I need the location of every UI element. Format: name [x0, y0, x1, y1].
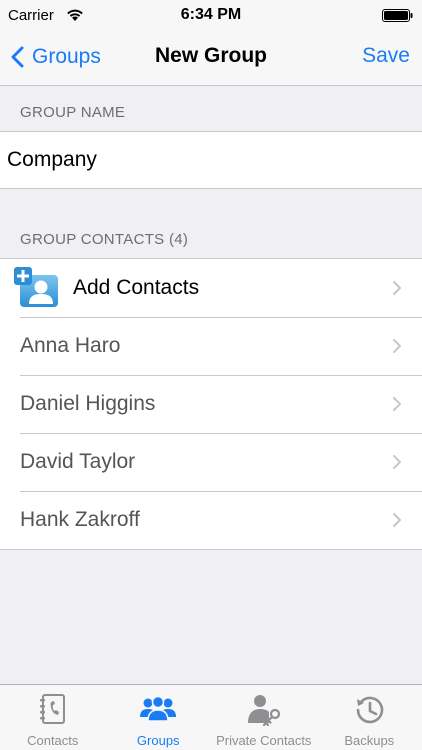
tab-label: Contacts [27, 733, 79, 748]
contact-name: Anna Haro [20, 334, 121, 357]
groups-icon [140, 695, 177, 722]
contact-name: David Taylor [20, 450, 136, 473]
add-contacts-row[interactable]: Add Contacts [0, 259, 422, 317]
tab-contacts[interactable]: Contacts [0, 685, 106, 750]
chevron-right-icon [393, 281, 401, 295]
contact-row[interactable]: David Taylor [0, 433, 422, 491]
tab-bar: Contacts Groups Private Contacts Backups [0, 684, 422, 750]
contact-name: Daniel Higgins [20, 392, 156, 415]
battery-icon [382, 9, 413, 22]
tab-label: Groups [136, 733, 180, 748]
tab-private-contacts[interactable]: Private Contacts [211, 685, 317, 750]
add-contact-icon [14, 267, 58, 307]
contact-row[interactable]: Hank Zakroff [0, 491, 422, 549]
contacts-book-icon [39, 694, 65, 724]
contact-row[interactable]: Daniel Higgins [0, 375, 422, 433]
screen: Carrier 6:34 PM Groups New Group Save GR… [0, 0, 422, 750]
chevron-right-icon [393, 513, 401, 527]
group-contacts-list: Add Contacts Anna Haro Daniel Higgins Da… [0, 258, 422, 550]
chevron-right-icon [393, 397, 401, 411]
tab-backups[interactable]: Backups [317, 685, 422, 750]
page-title: New Group [154, 44, 267, 67]
tab-groups[interactable]: Groups [106, 685, 212, 750]
private-contacts-icon [247, 695, 280, 727]
group-contacts-section-header: GROUP CONTACTS (4) [20, 231, 189, 248]
save-button[interactable]: Save [362, 44, 410, 68]
tab-label: Private Contacts [216, 733, 312, 748]
navigation-bar: Groups New Group Save [0, 30, 422, 86]
group-name-cell [0, 131, 422, 189]
group-name-input[interactable] [7, 144, 407, 176]
group-name-section-header: GROUP NAME [20, 104, 126, 121]
tab-label: Backups [344, 733, 395, 748]
contact-row[interactable]: Anna Haro [0, 317, 422, 375]
contact-name: Hank Zakroff [20, 508, 140, 531]
chevron-right-icon [393, 339, 401, 353]
chevron-right-icon [393, 455, 401, 469]
backups-history-icon [356, 696, 384, 724]
status-bar: Carrier 6:34 PM [0, 0, 422, 30]
add-contacts-label: Add Contacts [73, 276, 200, 299]
status-time: 6:34 PM [180, 6, 242, 23]
